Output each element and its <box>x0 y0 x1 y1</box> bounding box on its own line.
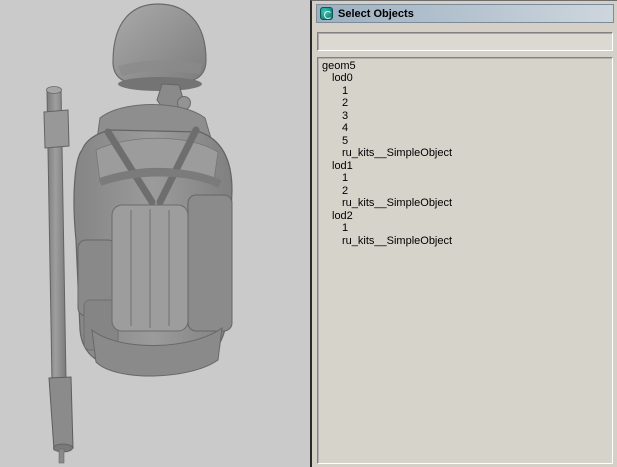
list-item[interactable]: geom5 <box>318 60 612 73</box>
soldier-kit-model <box>43 3 233 464</box>
list-item[interactable]: 2 <box>318 97 612 110</box>
object-list[interactable]: geom5 lod0 1 2 3 4 5 ru_kits__SimpleObject lod1 1… <box>317 56 613 464</box>
launcher-tube <box>43 86 74 464</box>
3d-viewport[interactable] <box>0 0 310 467</box>
list-item[interactable]: 2 <box>318 185 612 198</box>
dialog-titlebar[interactable]: Select Objects <box>316 4 614 23</box>
list-item[interactable]: 3 <box>318 110 612 123</box>
app-window: Select Objects geom5 lod0 1 2 3 4 5 ru_kits__Si… <box>0 0 617 467</box>
list-item[interactable]: 4 <box>318 122 612 135</box>
list-item[interactable]: lod1 <box>318 160 612 173</box>
list-item[interactable]: 1 <box>318 85 612 98</box>
dialog-title: Select Objects <box>338 7 414 20</box>
list-item[interactable]: lod0 <box>318 72 612 85</box>
object-name-input[interactable] <box>317 31 613 51</box>
list-item[interactable]: ru_kits__SimpleObject <box>318 147 612 160</box>
list-item[interactable]: 1 <box>318 172 612 185</box>
list-item[interactable]: ru_kits__SimpleObject <box>318 235 612 248</box>
list-item[interactable]: 5 <box>318 135 612 148</box>
list-item[interactable]: lod2 <box>318 210 612 223</box>
backpack <box>73 104 233 377</box>
helmet <box>112 3 207 119</box>
object-name-field-wrap <box>317 31 613 51</box>
select-objects-icon <box>320 7 333 20</box>
select-objects-dialog: Select Objects geom5 lod0 1 2 3 4 5 ru_kits__Si… <box>310 0 617 467</box>
list-item[interactable]: ru_kits__SimpleObject <box>318 197 612 210</box>
list-item[interactable]: 1 <box>318 222 612 235</box>
